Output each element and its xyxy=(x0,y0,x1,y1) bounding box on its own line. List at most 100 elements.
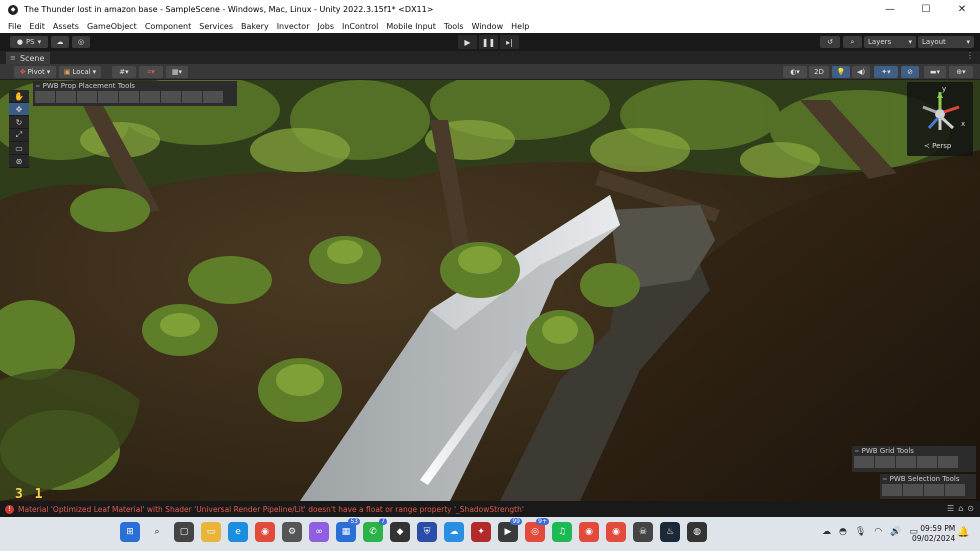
pwb-grid-slot[interactable] xyxy=(917,456,937,468)
status-menu-icon[interactable]: ⊙ xyxy=(967,504,974,513)
microphone-icon[interactable]: 🎙 xyxy=(855,527,866,537)
grid-snap-button[interactable]: #▾ xyxy=(112,66,136,78)
pwb-grid-slot[interactable] xyxy=(938,456,958,468)
notifications-app-icon[interactable]: ◎ 9+ xyxy=(525,518,549,542)
more-options-icon[interactable]: ⋮ xyxy=(966,51,974,60)
pwb-prop-slot[interactable] xyxy=(203,91,223,103)
visual-studio-icon[interactable]: ∞ xyxy=(309,522,329,542)
rect-tool-button[interactable]: ▭ xyxy=(9,142,29,155)
search-icon[interactable]: ⌕ xyxy=(147,522,167,542)
pwb-grid-slot[interactable] xyxy=(854,456,874,468)
notification-bell-icon[interactable]: 🔔 xyxy=(957,527,969,538)
pwb-grid-slot[interactable] xyxy=(875,456,895,468)
menu-tools[interactable]: Tools xyxy=(440,22,468,31)
menu-window[interactable]: Window xyxy=(468,22,508,31)
progress-icon[interactable]: ☰ xyxy=(947,504,954,513)
pwb-prop-slot[interactable] xyxy=(98,91,118,103)
pwb-selection-slot[interactable] xyxy=(945,484,965,496)
chrome-profile-icon[interactable]: ◉ xyxy=(606,522,626,542)
menu-invector[interactable]: Invector xyxy=(273,22,314,31)
game-app-icon[interactable]: ✦ xyxy=(471,522,491,542)
camera-settings-button[interactable]: ▬▾ xyxy=(924,66,946,78)
whatsapp-icon[interactable]: ✆ 7 xyxy=(363,518,387,542)
minimize-button[interactable]: — xyxy=(872,0,908,19)
menu-services[interactable]: Services xyxy=(195,22,237,31)
menu-bakery[interactable]: Bakery xyxy=(237,22,273,31)
close-button[interactable]: ✕ xyxy=(944,0,980,19)
pwb-prop-slot[interactable] xyxy=(140,91,160,103)
menu-incontrol[interactable]: InControl xyxy=(338,22,382,31)
transform-tool-button[interactable]: ⊛ xyxy=(9,155,29,168)
menu-jobs[interactable]: Jobs xyxy=(314,22,339,31)
grid-toggle-button[interactable]: ▦▾ xyxy=(166,66,188,78)
layers-dropdown[interactable]: Layers ▾ xyxy=(864,36,916,48)
step-button[interactable]: ▸| xyxy=(500,35,519,49)
onedrive-icon[interactable]: ☁ xyxy=(444,522,464,542)
menu-gameobject[interactable]: GameObject xyxy=(83,22,141,31)
scene-viewport[interactable]: 3 1 xyxy=(0,80,980,501)
steam-icon[interactable]: ♨ xyxy=(660,522,680,542)
menu-assets[interactable]: Assets xyxy=(49,22,83,31)
layout-dropdown[interactable]: Layout ▾ xyxy=(918,36,974,48)
security-shield-icon[interactable]: ⛨ xyxy=(417,522,437,542)
pwb-prop-slot[interactable] xyxy=(35,91,55,103)
pwb-prop-slot[interactable] xyxy=(161,91,181,103)
wifi-icon[interactable]: ◠ xyxy=(874,527,882,537)
pwb-prop-slot[interactable] xyxy=(119,91,139,103)
media-app-icon[interactable]: ▶ 99 xyxy=(498,518,522,542)
persp-toggle[interactable]: ≺ Persp xyxy=(924,142,951,150)
menu-component[interactable]: Component xyxy=(141,22,195,31)
pause-button[interactable]: ❚❚ xyxy=(479,35,498,49)
chrome-icon[interactable]: ◉ xyxy=(255,522,275,542)
pivot-dropdown[interactable]: ✥ Pivot ▾ xyxy=(14,66,56,78)
menu-mobile-input[interactable]: Mobile Input xyxy=(382,22,440,31)
skull-app-icon[interactable]: ☠ xyxy=(633,522,653,542)
pwb-grid-slot[interactable] xyxy=(896,456,916,468)
pwb-selection-slot[interactable] xyxy=(882,484,902,496)
increment-snap-button[interactable]: ⌗▾ xyxy=(139,66,163,78)
console-status-bar[interactable]: ! Material 'Optimized Leaf Material' wit… xyxy=(0,501,980,517)
maximize-button[interactable]: ☐ xyxy=(908,0,944,19)
gizmos-button[interactable]: ⊕▾ xyxy=(949,66,973,78)
cloud-button[interactable]: ☁ xyxy=(51,36,69,48)
edge-icon[interactable]: e xyxy=(228,522,248,542)
build-icon[interactable]: ⌂ xyxy=(958,504,963,513)
toggle-2d-button[interactable]: 2D xyxy=(809,66,829,78)
draw-mode-button[interactable]: ◐▾ xyxy=(783,66,807,78)
chrome-icon[interactable]: ◉ xyxy=(579,522,599,542)
spotify-icon[interactable]: ♫ xyxy=(552,522,572,542)
store-icon[interactable]: ▦ 53 xyxy=(336,518,360,542)
collab-button[interactable]: ◎ xyxy=(72,36,90,48)
menu-file[interactable]: File xyxy=(0,22,25,31)
move-tool-button[interactable]: ✥ xyxy=(9,103,29,116)
menu-edit[interactable]: Edit xyxy=(25,22,49,31)
unity-hub-icon[interactable]: ◆ xyxy=(390,522,410,542)
windows-start-icon[interactable]: ⊞ xyxy=(120,522,140,542)
tab-scene[interactable]: Scene xyxy=(6,52,51,64)
scale-tool-button[interactable]: ⤢ xyxy=(9,129,29,142)
taskbar-clock[interactable]: 09:59 PM 09/02/2024 xyxy=(912,524,955,544)
obs-icon[interactable]: ◍ xyxy=(687,522,707,542)
settings-icon[interactable]: ⚙ xyxy=(282,522,302,542)
lighting-toggle-button[interactable]: 💡 xyxy=(832,66,850,78)
pwb-selection-slot[interactable] xyxy=(924,484,944,496)
rotate-tool-button[interactable]: ↻ xyxy=(9,116,29,129)
visibility-toggle-button[interactable]: ⊘ xyxy=(901,66,919,78)
pwb-prop-slot[interactable] xyxy=(182,91,202,103)
history-button[interactable]: ↺ xyxy=(820,36,840,48)
effects-toggle-button[interactable]: ✦▾ xyxy=(874,66,898,78)
audio-toggle-button[interactable]: ◀) xyxy=(852,66,870,78)
hand-tool-button[interactable]: ✋ xyxy=(9,90,29,103)
play-button[interactable]: ▶ xyxy=(458,35,477,49)
account-dropdown[interactable]: ● PS ▾ xyxy=(10,36,48,48)
cloud-sync-icon[interactable]: ☁ xyxy=(822,527,831,537)
menu-help[interactable]: Help xyxy=(507,22,533,31)
task-view-icon[interactable]: ▢ xyxy=(174,522,194,542)
discord-icon[interactable]: ◓ xyxy=(839,527,847,537)
pwb-selection-slot[interactable] xyxy=(903,484,923,496)
volume-icon[interactable]: 🔊 xyxy=(890,527,901,537)
file-explorer-icon[interactable]: ▭ xyxy=(201,522,221,542)
pwb-prop-slot[interactable] xyxy=(56,91,76,103)
local-dropdown[interactable]: ▣ Local ▾ xyxy=(59,66,101,78)
search-button[interactable]: ⌕ xyxy=(843,36,862,48)
